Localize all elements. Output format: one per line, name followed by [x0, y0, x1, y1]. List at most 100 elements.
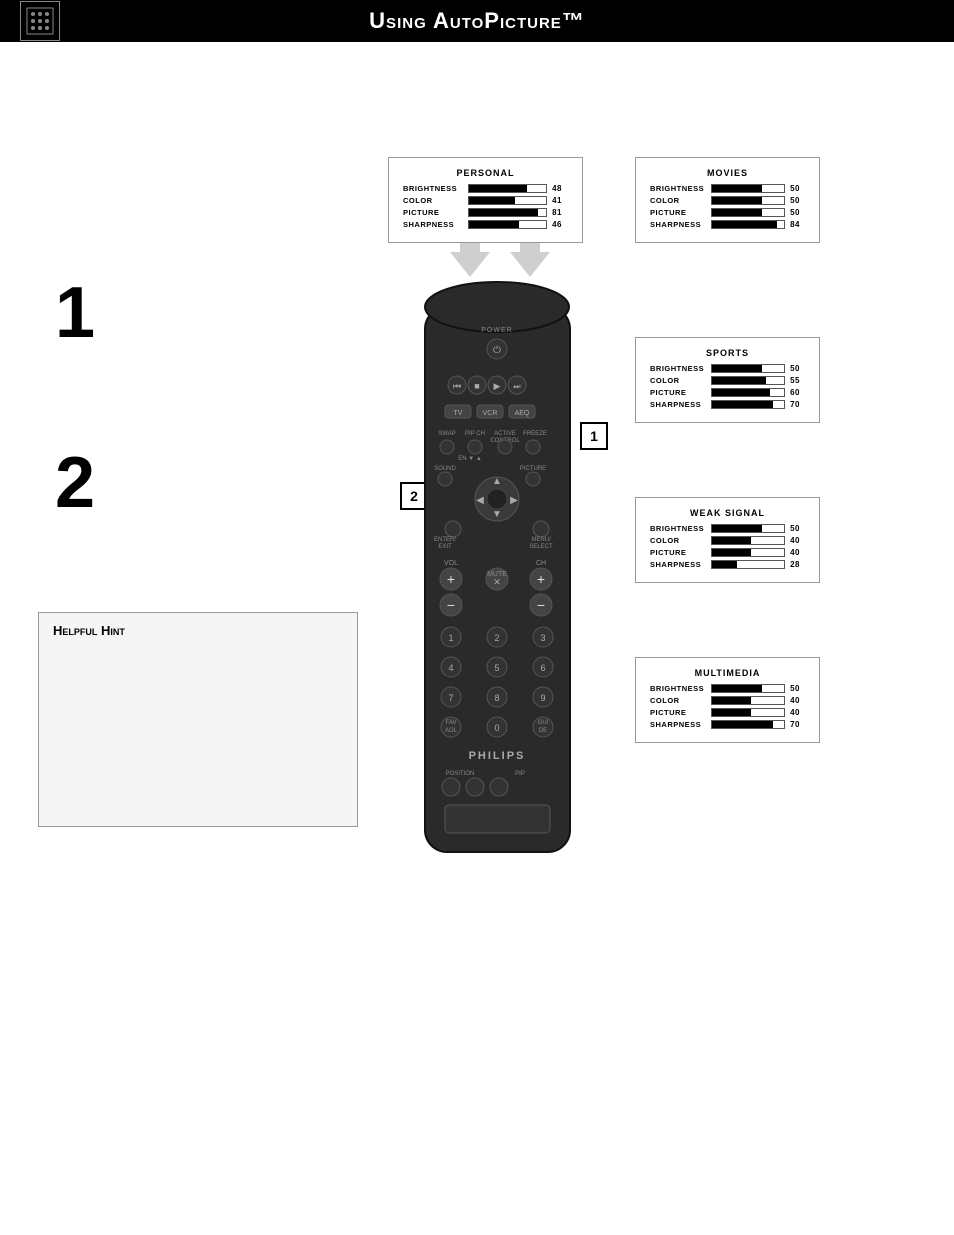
- personal-row-sharpness: SHARPNESS 46: [403, 220, 568, 229]
- movies-color-label: COLOR: [650, 196, 711, 205]
- movies-brightness-label: BRIGHTNESS: [650, 184, 711, 193]
- multimedia-picture-value: 40: [790, 708, 805, 717]
- svg-text:CH: CH: [536, 560, 546, 567]
- svg-text:■: ■: [474, 381, 479, 391]
- movies-row-sharpness: SHARPNESS 84: [650, 220, 805, 229]
- movies-row-color: COLOR 50: [650, 196, 805, 205]
- svg-text:PHILIPS: PHILIPS: [469, 750, 526, 762]
- weak-brightness-bar: [711, 524, 786, 533]
- svg-text:SOUND: SOUND: [434, 466, 456, 472]
- personal-row-brightness: BRIGHTNESS 48: [403, 184, 568, 193]
- svg-text:FREEZE: FREEZE: [523, 431, 547, 437]
- sports-color-value: 55: [790, 376, 805, 385]
- sports-picture-label: PICTURE: [650, 388, 711, 397]
- svg-text:TV: TV: [454, 410, 463, 417]
- svg-text:PIP: PIP: [515, 771, 525, 777]
- multimedia-row-picture: PICTURE 40: [650, 708, 805, 717]
- multimedia-row-color: COLOR 40: [650, 696, 805, 705]
- personal-picture-bar: [468, 208, 548, 217]
- svg-text:PICTURE: PICTURE: [520, 466, 546, 472]
- personal-sharpness-value: 46: [552, 220, 568, 229]
- multimedia-brightness-bar: [711, 684, 786, 693]
- movies-picture-bar: [711, 208, 786, 217]
- multimedia-picture-bar: [711, 708, 786, 717]
- sports-title: SPORTS: [650, 348, 805, 358]
- svg-text:9: 9: [540, 693, 545, 703]
- svg-text:⏮: ⏮: [453, 381, 461, 391]
- svg-text:✕: ✕: [493, 577, 501, 587]
- personal-sharpness-label: SHARPNESS: [403, 220, 468, 229]
- svg-text:▶: ▶: [494, 381, 501, 391]
- svg-text:+: +: [537, 571, 545, 587]
- personal-row-color: COLOR 41: [403, 196, 568, 205]
- svg-text:▲: ▲: [492, 476, 502, 487]
- svg-text:POWER: POWER: [481, 327, 512, 334]
- personal-sharpness-bar: [468, 220, 548, 229]
- personal-color-value: 41: [552, 196, 568, 205]
- personal-row-picture: PICTURE 81: [403, 208, 568, 217]
- svg-text:◀: ◀: [476, 495, 484, 506]
- sports-sharpness-bar: [711, 400, 786, 409]
- multimedia-picture-label: PICTURE: [650, 708, 711, 717]
- multimedia-brightness-value: 50: [790, 684, 805, 693]
- multimedia-sharpness-bar: [711, 720, 786, 729]
- weak-picture-bar: [711, 548, 786, 557]
- weak-row-brightness: BRIGHTNESS 50: [650, 524, 805, 533]
- sports-brightness-label: BRIGHTNESS: [650, 364, 711, 373]
- svg-text:ENTER/: ENTER/: [434, 537, 456, 543]
- svg-text:EN ▼ ▲: EN ▼ ▲: [458, 456, 482, 462]
- multimedia-brightness-label: BRIGHTNESS: [650, 684, 711, 693]
- movies-sharpness-label: SHARPNESS: [650, 220, 711, 229]
- movies-brightness-value: 50: [790, 184, 805, 193]
- sports-sharpness-value: 70: [790, 400, 805, 409]
- multimedia-sharpness-value: 70: [790, 720, 805, 729]
- panel-weak-signal: WEAK SIGNAL BRIGHTNESS 50 COLOR 40 PICTU…: [635, 497, 820, 583]
- svg-text:VOL: VOL: [444, 560, 458, 567]
- sports-row-brightness: BRIGHTNESS 50: [650, 364, 805, 373]
- weak-color-label: COLOR: [650, 536, 711, 545]
- movies-color-bar: [711, 196, 786, 205]
- weak-color-value: 40: [790, 536, 805, 545]
- weak-row-picture: PICTURE 40: [650, 548, 805, 557]
- multimedia-title: MULTIMEDIA: [650, 668, 805, 678]
- sports-brightness-bar: [711, 364, 786, 373]
- svg-text:7: 7: [448, 693, 453, 703]
- svg-text:+: +: [447, 571, 455, 587]
- step-2-number: 2: [55, 442, 95, 524]
- sports-row-color: COLOR 55: [650, 376, 805, 385]
- svg-text:−: −: [537, 597, 545, 613]
- svg-text:MENU/: MENU/: [531, 537, 551, 543]
- personal-title: PERSONAL: [403, 168, 568, 178]
- svg-text:4: 4: [448, 663, 453, 673]
- personal-brightness-bar: [468, 184, 548, 193]
- multimedia-color-label: COLOR: [650, 696, 711, 705]
- svg-text:−: −: [447, 597, 455, 613]
- helpful-hint-box: Helpful Hint: [38, 612, 358, 827]
- svg-text:EXIT: EXIT: [438, 544, 452, 550]
- sports-brightness-value: 50: [790, 364, 805, 373]
- svg-text:▼: ▼: [492, 509, 502, 520]
- weak-row-sharpness: SHARPNESS 28: [650, 560, 805, 569]
- panel-sports: SPORTS BRIGHTNESS 50 COLOR 55 PICTURE 60…: [635, 337, 820, 423]
- movies-row-brightness: BRIGHTNESS 50: [650, 184, 805, 193]
- svg-text:SELECT: SELECT: [529, 544, 553, 550]
- svg-text:⏻: ⏻: [493, 345, 501, 356]
- svg-text:AEQ: AEQ: [515, 410, 530, 417]
- sports-color-bar: [711, 376, 786, 385]
- movies-brightness-bar: [711, 184, 786, 193]
- badge-1: 1: [580, 422, 608, 450]
- svg-text:AOL: AOL: [445, 728, 458, 734]
- sports-picture-bar: [711, 388, 786, 397]
- movies-color-value: 50: [790, 196, 805, 205]
- svg-text:3: 3: [540, 633, 545, 643]
- helpful-hint-title: Helpful Hint: [53, 623, 343, 638]
- svg-text:SWAP: SWAP: [438, 431, 455, 437]
- weak-brightness-label: BRIGHTNESS: [650, 524, 711, 533]
- page-title: Using AutoPicture™: [369, 8, 585, 34]
- personal-picture-value: 81: [552, 208, 568, 217]
- personal-brightness-value: 48: [552, 184, 568, 193]
- personal-brightness-label: BRIGHTNESS: [403, 184, 468, 193]
- weak-sharpness-value: 28: [790, 560, 805, 569]
- svg-text:FAV: FAV: [446, 720, 457, 726]
- movies-sharpness-bar: [711, 220, 786, 229]
